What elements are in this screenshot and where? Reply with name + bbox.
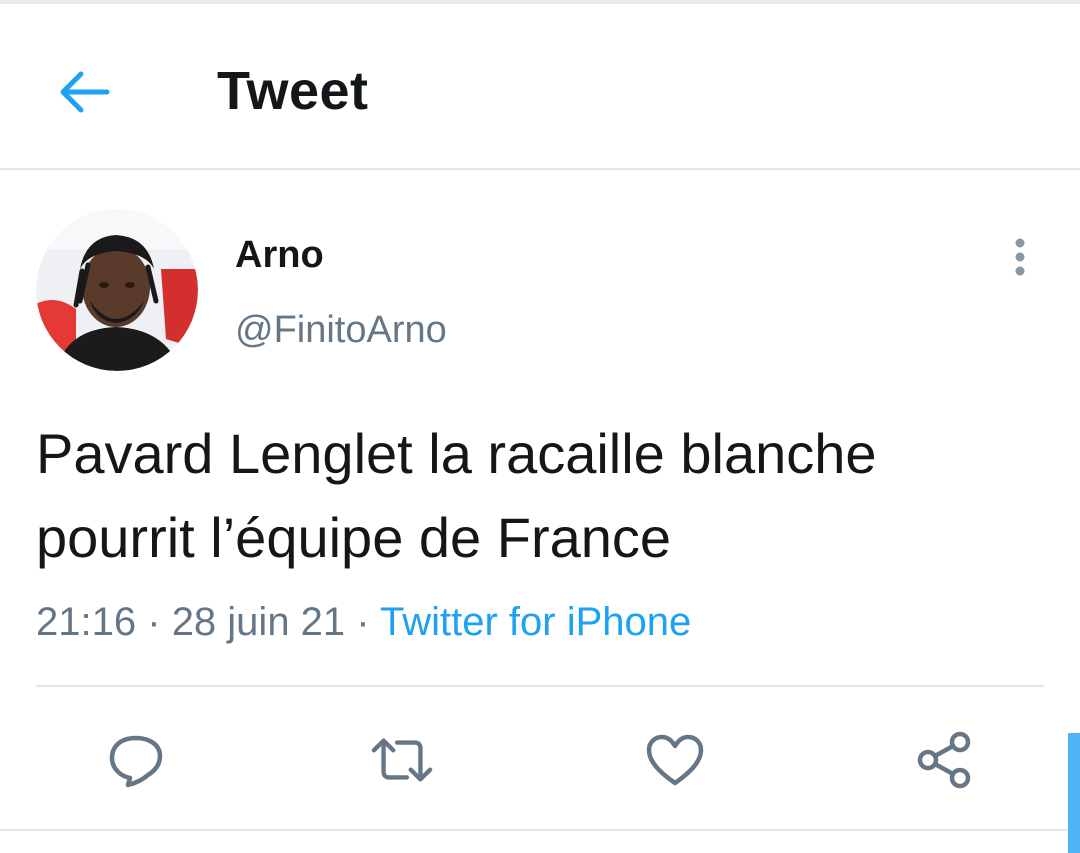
divider xyxy=(36,685,1044,687)
divider xyxy=(0,829,1080,831)
arrow-left-icon xyxy=(60,71,110,113)
tweet-meta: 21:16 · 28 juin 21 · Twitter for iPhone xyxy=(36,596,691,648)
share-button[interactable] xyxy=(912,728,976,792)
tweet-text: Pavard Lenglet la racaille blanche pourr… xyxy=(36,422,877,569)
retweet-button[interactable] xyxy=(370,728,434,792)
meta-separator: · xyxy=(356,600,370,644)
scroll-indicator[interactable] xyxy=(1068,733,1080,853)
retweet-icon xyxy=(371,738,433,782)
author-handle[interactable]: @FinitoArno xyxy=(235,305,447,355)
top-bar: Tweet xyxy=(0,4,1080,170)
like-button[interactable] xyxy=(643,728,707,792)
tweet-source-link[interactable]: Twitter for iPhone xyxy=(380,600,691,644)
tweet-time: 21:16 xyxy=(36,600,137,644)
author-name[interactable]: Arno xyxy=(235,230,324,280)
reply-icon xyxy=(109,735,163,788)
reply-button[interactable] xyxy=(104,728,168,792)
tweet-date: 28 juin 21 xyxy=(171,600,346,644)
avatar[interactable] xyxy=(36,209,198,371)
like-icon xyxy=(646,734,704,786)
more-options-button[interactable] xyxy=(1000,232,1040,282)
share-icon xyxy=(917,731,971,789)
meta-separator: · xyxy=(147,600,161,644)
page-title: Tweet xyxy=(217,61,369,121)
back-button[interactable] xyxy=(52,60,116,124)
more-vertical-icon xyxy=(1015,238,1025,276)
